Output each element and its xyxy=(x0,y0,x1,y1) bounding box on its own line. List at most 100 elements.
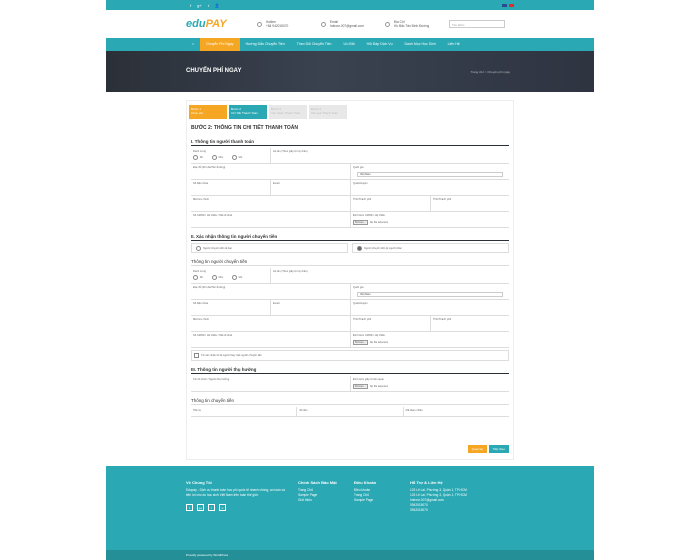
form-row: Danh xưng Mr. Mrs. Ms. Họ tên (Theo giấy t… xyxy=(191,148,509,164)
header-address: Địa Chỉ Hồ Bắc Tân Bình Đường xyxy=(385,20,441,28)
sender-id-field[interactable]: Số CMND / Hộ chiếu / Mã số thuế xyxy=(191,332,351,347)
sender-radio-ms[interactable]: Ms. xyxy=(232,275,243,280)
mail-icon xyxy=(321,21,326,27)
footer-link[interactable]: Giới thiệu xyxy=(298,498,358,503)
sender-name-field[interactable]: Họ tên (Theo giấy tờ tùy thân) xyxy=(271,268,509,283)
nav-item-danh-muc[interactable]: Danh Mục Học Sinh xyxy=(399,38,442,51)
site-footer: Về Chúng Tôi Edupay - Dịch vụ thanh toán… xyxy=(106,466,594,560)
footer-link[interactable]: Sample Page xyxy=(354,498,414,503)
google-plus-icon[interactable]: g+ xyxy=(197,3,202,8)
state-field[interactable]: Tỉnh/Thành phố xyxy=(351,196,431,211)
twitter-icon[interactable]: t xyxy=(208,504,215,511)
title-radio-mrs[interactable]: Mrs. xyxy=(212,155,224,160)
province-field[interactable]: Tỉnh/Thành phố xyxy=(431,196,509,211)
amount-field[interactable]: Số tiền xyxy=(297,407,404,416)
site-header: eduPAY Hotline +84 942015070 Email hotrom.… xyxy=(106,10,594,38)
nav-item-uu-dai[interactable]: Ưu Đãi xyxy=(337,38,360,51)
title-radio-ms[interactable]: Ms. xyxy=(232,155,243,160)
zip-field[interactable]: Mã bưu chính xyxy=(191,196,351,211)
footer-about: Về Chúng Tôi Edupay - Dịch vụ thanh toán… xyxy=(186,480,285,511)
nav-item-theo-doi[interactable]: Theo Dõi Chuyển Tiền xyxy=(291,38,338,51)
facebook-icon[interactable]: f xyxy=(190,3,191,8)
twitter-icon[interactable]: t xyxy=(208,3,209,8)
beneficiary-browse-button[interactable]: Browse... xyxy=(353,384,368,389)
title-radio-mr[interactable]: Mr. xyxy=(193,155,204,160)
sender-zip-field[interactable]: Mã bưu chính xyxy=(191,316,351,331)
sender-city-field[interactable]: Quận/Huyện xyxy=(351,300,509,315)
payment-form-panel: Bước 1 Chọn phí Bước 2 Chi Tiết Thanh Toán… xyxy=(186,100,514,460)
flag-vn-icon[interactable] xyxy=(509,3,514,7)
footer-copyright: Proudly powered by WordPress xyxy=(106,550,594,560)
nav-item-lien-he[interactable]: Liên Hệ xyxy=(442,38,466,51)
nav-item-huong-dan[interactable]: Hướng Dẫn Chuyển Tiền xyxy=(240,38,291,51)
sender-other-radio[interactable]: Người chuyển tiền là người khác xyxy=(352,243,509,253)
section-payer: I. Thông tin người thanh toán xyxy=(191,139,509,146)
beneficiary-upload-field: Đính kèm giấy tờ liên quan Browse... No f… xyxy=(353,378,389,389)
sender-email-field[interactable]: Email xyxy=(271,300,351,315)
sender-province-field[interactable]: Tỉnh/Thành phố xyxy=(431,316,509,331)
step-1[interactable]: Bước 1 Chọn phí xyxy=(189,105,227,119)
form-row: Danh xưng Mr. Mrs. Ms. Họ tên (Theo giấy t… xyxy=(191,268,509,284)
facebook-icon[interactable]: f xyxy=(186,504,193,511)
currency-field[interactable]: Tiền tệ xyxy=(191,407,298,416)
phone-field[interactable]: Số điện thoại xyxy=(191,180,271,195)
location-icon xyxy=(385,21,390,27)
form-row: Số điện thoại Email Quận/Huyện xyxy=(191,180,509,196)
footer-terms: Điều Khoản Điều khoản Trang Chủ Sample P… xyxy=(354,480,414,503)
address-field[interactable]: Địa chỉ (Số nhà/Tên đường) xyxy=(191,164,351,179)
footer-contact: Hỗ Trợ & Liên Hệ 123 Lê Lai, Phường 3, Q… xyxy=(410,480,467,512)
user-icon[interactable]: u xyxy=(219,504,226,511)
upload-field: Đính kèm CMND / Hộ chiếu Browse... No fil… xyxy=(353,214,389,225)
sender-self-radio[interactable]: Người chuyển tiền là bạn xyxy=(191,243,348,253)
transfer-subheading: Thông tin chuyển tiền xyxy=(191,398,509,405)
reference-field[interactable]: Mã tham chiếu xyxy=(404,407,509,416)
sender-address-field[interactable]: Địa chỉ (Số nhà/Tên đường) xyxy=(191,284,351,299)
google-plus-icon[interactable]: g+ xyxy=(197,504,204,511)
back-button[interactable]: Quay lại xyxy=(467,445,487,453)
browse-button[interactable]: Browse... xyxy=(353,220,368,225)
user-icon[interactable]: 👤 xyxy=(215,3,220,8)
flag-en-icon[interactable] xyxy=(502,3,507,7)
footer-privacy: Chính Sách Bảo Mật Trang Chủ Sample Page… xyxy=(298,480,358,503)
beneficiary-name-field[interactable]: Tên tổ chức / Người thụ hưởng xyxy=(191,376,351,391)
main-nav: ⌂ Chuyển Phí Ngay Hướng Dẫn Chuyển Tiền … xyxy=(106,38,594,51)
name-field[interactable]: Họ tên (Theo giấy tờ tùy thân) xyxy=(271,148,509,163)
step-2[interactable]: Bước 2 Chi Tiết Thanh Toán xyxy=(229,105,267,119)
nav-home-icon[interactable]: ⌂ xyxy=(186,38,200,51)
social-links: f g+ t 👤 xyxy=(190,3,220,8)
nav-item-chuyen-phi[interactable]: Chuyển Phí Ngay xyxy=(200,38,240,51)
logo[interactable]: eduPAY xyxy=(186,18,249,30)
sender-country-select[interactable]: Việt Nam xyxy=(357,292,503,297)
section-sender: II. Xác nhận thông tin người chuyển tiền xyxy=(191,234,509,241)
title-field: Danh xưng Mr. Mrs. Ms. xyxy=(191,148,271,163)
search-input[interactable]: Tìm kiếm xyxy=(449,20,505,28)
phone-icon xyxy=(257,21,262,27)
form-actions: Quay lại Tiếp theo xyxy=(467,445,509,453)
sender-browse-button[interactable]: Browse... xyxy=(353,340,368,345)
sender-state-field[interactable]: Tỉnh/Thành phố xyxy=(351,316,431,331)
breadcrumb[interactable]: Trang chủ > Chuyển phí ngay xyxy=(471,70,511,74)
country-field[interactable]: Quốc gia Việt Nam xyxy=(351,164,509,179)
sender-country-field[interactable]: Quốc gia Việt Nam xyxy=(351,284,509,299)
header-hotline: Hotline +84 942015070 xyxy=(257,20,313,28)
sender-radio-mrs[interactable]: Mrs. xyxy=(212,275,224,280)
sender-subheading: Thông tin người chuyển tiền xyxy=(191,259,509,266)
form-row: Tiền tệ Số tiền Mã tham chiếu xyxy=(191,407,509,417)
sender-phone-field[interactable]: Số điện thoại xyxy=(191,300,271,315)
language-flags xyxy=(502,3,514,7)
email-field[interactable]: Email xyxy=(271,180,351,195)
header-email: Email hotrom.007@gmail.com xyxy=(321,20,377,28)
step-4: Bước 4 Kết quả Thanh Toán xyxy=(309,105,347,119)
country-select[interactable]: Việt Nam xyxy=(357,172,503,177)
nav-item-hoi-dap[interactable]: Hỏi Đáp Dịch Vụ xyxy=(361,38,399,51)
sender-title-field: Danh xưng Mr. Mrs. Ms. xyxy=(191,268,271,283)
confirm-checkbox[interactable]: Tôi xác nhận tôi là người thay mặt người… xyxy=(191,350,509,361)
sender-radio-mr[interactable]: Mr. xyxy=(193,275,204,280)
form-row: Số CMND / Hộ chiếu / Mã số thuế Đính kèm… xyxy=(191,332,509,348)
form-row: Địa chỉ (Số nhà/Tên đường) Quốc gia Việt… xyxy=(191,164,509,180)
form-row: Mã bưu chính Tỉnh/Thành phố Tỉnh/Thành p… xyxy=(191,316,509,332)
id-field[interactable]: Số CMND / Hộ chiếu / Mã số thuế xyxy=(191,212,351,227)
city-field[interactable]: Quận/Huyện xyxy=(351,180,509,195)
next-button[interactable]: Tiếp theo xyxy=(488,445,509,453)
form-row: Mã bưu chính Tỉnh/Thành phố Tỉnh/Thành p… xyxy=(191,196,509,212)
